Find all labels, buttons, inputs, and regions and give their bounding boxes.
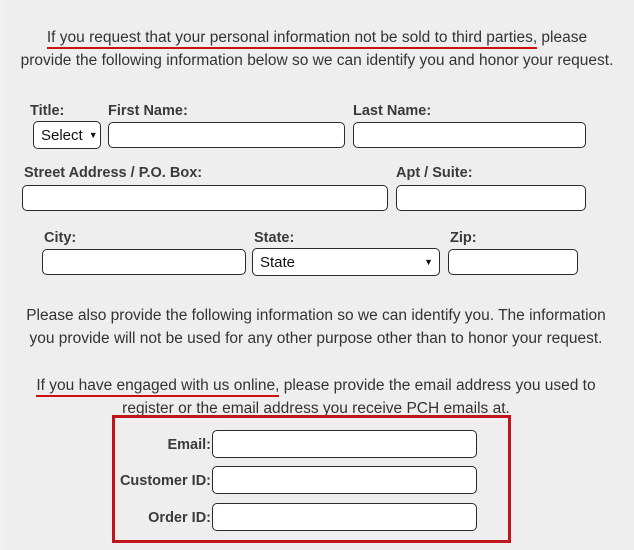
street-address-input[interactable] <box>22 185 388 211</box>
title-select-value: Select <box>41 126 83 144</box>
email-input[interactable] <box>212 430 477 458</box>
zip-label: Zip: <box>450 230 477 246</box>
order-id-label: Order ID: <box>148 510 211 526</box>
intro-paragraph: If you request that your personal inform… <box>20 26 614 72</box>
chevron-down-icon: ▼ <box>424 256 433 267</box>
chevron-down-icon: ▼ <box>88 129 98 140</box>
order-id-input[interactable] <box>212 503 477 531</box>
state-label: State: <box>254 230 295 246</box>
email-emphasis-text: If you have engaged with us online, <box>36 376 280 397</box>
apt-suite-input[interactable] <box>396 185 586 211</box>
apt-suite-label: Apt / Suite: <box>396 165 473 181</box>
email-paragraph: If you have engaged with us online, plea… <box>16 374 616 420</box>
left-edge-strip <box>0 0 4 550</box>
mid-paragraph: Please also provide the following inform… <box>26 306 606 347</box>
first-name-input[interactable] <box>108 122 345 148</box>
title-select[interactable]: Select ▼ <box>33 121 101 149</box>
city-input[interactable] <box>42 249 246 275</box>
last-name-input[interactable] <box>353 122 586 148</box>
first-name-label: First Name: <box>108 103 188 119</box>
zip-input[interactable] <box>448 249 578 275</box>
privacy-request-form-page: If you request that your personal inform… <box>0 0 634 550</box>
city-label: City: <box>44 230 77 246</box>
state-select-value: State <box>260 253 296 271</box>
street-address-label: Street Address / P.O. Box: <box>24 165 203 181</box>
email-label: Email: <box>167 437 211 453</box>
state-select[interactable]: State ▼ <box>252 248 440 276</box>
customer-id-input[interactable] <box>212 466 477 494</box>
intro-emphasis-text: If you request that your personal inform… <box>46 28 538 49</box>
last-name-label: Last Name: <box>353 103 432 119</box>
customer-id-label: Customer ID: <box>119 473 211 489</box>
title-label: Title: <box>30 103 65 119</box>
